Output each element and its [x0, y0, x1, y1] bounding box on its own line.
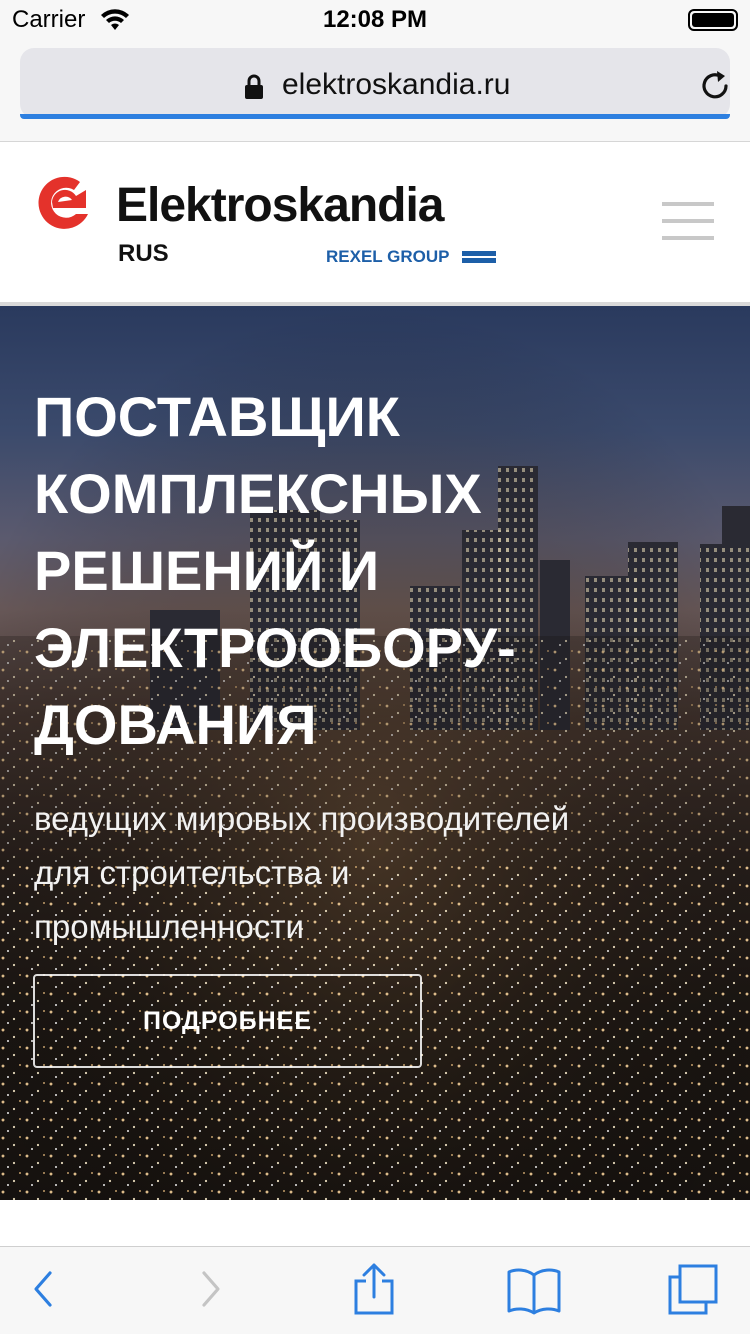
hero-title-line: ЭЛЕКТРООБОРУ-	[34, 616, 516, 679]
hero-title: ПОСТАВЩИК КОМПЛЕКСНЫХ РЕШЕНИЙ И ЭЛЕКТРОО…	[34, 378, 674, 763]
hero-title-line: РЕШЕНИЙ И	[34, 539, 380, 602]
battery-icon	[688, 9, 738, 31]
share-icon[interactable]	[352, 1261, 396, 1317]
brand-name[interactable]: Elektroskandia	[116, 178, 444, 233]
rexel-group-label: REXEL GROUP	[326, 247, 450, 266]
url-field[interactable]: elektroskandia.ru	[20, 48, 730, 118]
more-details-button[interactable]: ПОДРОБНЕЕ	[33, 974, 422, 1068]
browser-address-bar: elektroskandia.ru	[0, 42, 750, 142]
tabs-icon[interactable]	[666, 1263, 720, 1317]
browser-toolbar	[0, 1246, 750, 1334]
hero-banner: ПОСТАВЩИК КОМПЛЕКСНЫХ РЕШЕНИЙ И ЭЛЕКТРОО…	[0, 306, 750, 1200]
hero-title-line: КОМПЛЕКСНЫХ	[34, 462, 482, 525]
reload-icon[interactable]	[698, 68, 734, 104]
forward-icon[interactable]	[198, 1265, 224, 1313]
lock-icon	[245, 74, 263, 99]
hero-subtitle-line: ведущих мировых производителей	[34, 800, 570, 837]
site-header: Elektroskandia RUS REXEL GROUP	[0, 142, 750, 302]
rexel-group-mark	[462, 251, 496, 263]
hero-title-line: ДОВАНИЯ	[34, 693, 317, 756]
bookmarks-icon[interactable]	[506, 1265, 562, 1315]
clock: 12:08 PM	[322, 6, 428, 33]
brand-region: RUS	[118, 240, 169, 267]
status-bar: Carrier 12:08 PM	[0, 0, 750, 42]
hero-subtitle-line: для строительства и	[34, 854, 350, 891]
page-load-progress	[20, 114, 730, 119]
menu-hamburger-icon[interactable]	[662, 202, 714, 242]
hero-subtitle-line: промышленности	[34, 908, 304, 945]
hero-title-line: ПОСТАВЩИК	[34, 385, 400, 448]
back-icon[interactable]	[30, 1265, 56, 1313]
elektroskandia-logo-icon[interactable]	[36, 176, 92, 234]
url-text: elektroskandia.ru	[282, 68, 511, 101]
hero-subtitle: ведущих мировых производителей для строи…	[34, 792, 734, 954]
